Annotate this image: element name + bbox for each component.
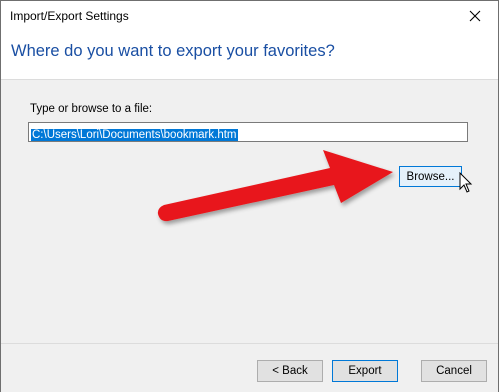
mouse-pointer-icon (459, 172, 473, 193)
red-arrow-icon (157, 150, 393, 222)
